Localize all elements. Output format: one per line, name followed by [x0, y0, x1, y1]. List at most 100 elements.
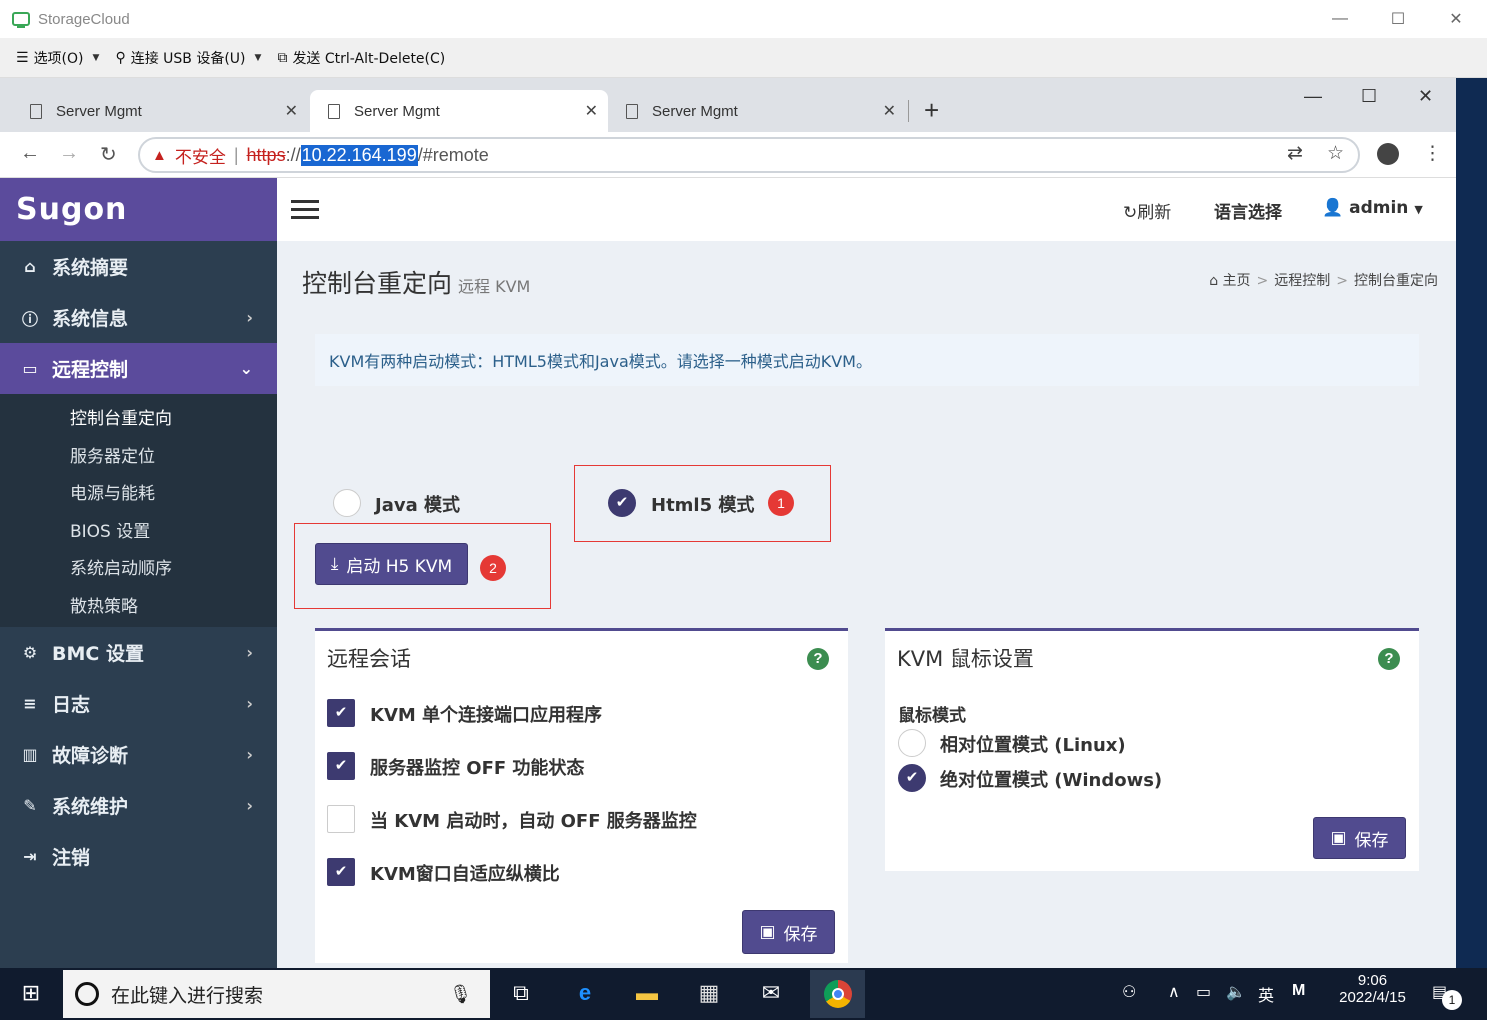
auto-monitor-off-label[interactable]: 当 KVM 启动时，自动 OFF 服务器监控 [370, 807, 697, 833]
sidebar-item-remote-control[interactable]: ▭ 远程控制 ⌄ [0, 343, 277, 394]
html5-mode-radio[interactable]: ✔ [608, 489, 636, 517]
ctrl-alt-del-label: 发送 Ctrl-Alt-Delete(C) [292, 50, 446, 67]
help-icon[interactable]: ? [1378, 648, 1400, 670]
sidebar-item-summary[interactable]: ⌂ 系统摘要 [0, 241, 277, 292]
submenu-console-redirect[interactable]: 控制台重定向 [0, 398, 277, 436]
file-explorer-icon[interactable]: ▬ [632, 978, 662, 1008]
sidebar-item-label: 故障诊断 [52, 745, 129, 767]
clock[interactable]: 9:06 2022/4/15 [1335, 972, 1410, 1006]
volume-icon[interactable]: 🔈 [1226, 982, 1246, 1002]
gear-icon: ⚙ [22, 643, 38, 662]
username-label: admin [1349, 198, 1409, 218]
ime-mode-icon[interactable]: M [1292, 982, 1305, 1000]
microphone-icon[interactable]: 🎙 [449, 984, 472, 1005]
sidebar-item-diagnostics[interactable]: ▥ 故障诊断 › [0, 729, 277, 780]
reload-icon[interactable]: ↻ [100, 142, 117, 167]
browser-close-button[interactable]: ✕ [1418, 86, 1433, 107]
profile-avatar-icon[interactable] [1377, 143, 1399, 165]
ctrl-alt-del-menu[interactable]: ⧉ 发送 Ctrl-Alt-Delete(C) [277, 48, 445, 68]
relative-mode-radio[interactable] [898, 729, 926, 757]
sidebar-item-maintenance[interactable]: ✎ 系统维护 › [0, 780, 277, 831]
submenu-bios[interactable]: BIOS 设置 [0, 511, 277, 549]
save-label: 保存 [783, 924, 818, 945]
monitor-off-label[interactable]: 服务器监控 OFF 功能状态 [370, 754, 584, 780]
html5-mode-label[interactable]: Html5 模式 [651, 491, 754, 517]
storagecloud-logo-icon [12, 12, 30, 28]
submenu-power[interactable]: 电源与能耗 [0, 473, 277, 511]
java-mode-radio[interactable] [333, 489, 361, 517]
absolute-mode-radio[interactable]: ✔ [898, 764, 926, 792]
remote-session-save-button[interactable]: ▣ 保存 [742, 910, 835, 954]
network-icon[interactable]: ▭ [1196, 982, 1211, 1002]
breadcrumb-home[interactable]: 主页 [1223, 273, 1251, 289]
breadcrumb-remote-control[interactable]: 远程控制 [1274, 273, 1330, 289]
new-tab-button[interactable]: + [924, 96, 939, 124]
browser-tab-2[interactable]: Server Mgmt ✕ [310, 90, 608, 132]
sidebar-item-logout[interactable]: ⇥ 注销 [0, 831, 277, 882]
checkbox-monitor-off[interactable]: ✔ [327, 752, 355, 780]
outer-minimize-button[interactable]: — [1311, 0, 1369, 38]
java-mode-label[interactable]: Java 模式 [375, 491, 460, 517]
chevron-down-icon: ▼ [254, 52, 262, 63]
people-icon[interactable]: ⚇ [1122, 982, 1136, 1002]
checkbox-single-port[interactable]: ✔ [327, 699, 355, 727]
chevron-up-icon[interactable]: ∧ [1168, 982, 1180, 1002]
help-icon[interactable]: ? [807, 648, 829, 670]
outer-close-button[interactable]: ✕ [1427, 0, 1485, 38]
not-secure-label[interactable]: 不安全 [175, 143, 226, 168]
launch-h5-kvm-button[interactable]: ⤓ 启动 H5 KVM [315, 543, 468, 585]
sidebar-item-logs[interactable]: ≡ 日志 › [0, 678, 277, 729]
tab-close-icon[interactable]: ✕ [883, 101, 896, 121]
document-icon [30, 103, 42, 119]
web-page: Sugon ⌂ 系统摘要 ⓘ 系统信息 › ▭ 远程控制 ⌄ 控制台重定向 服务器定位 电… [0, 178, 1456, 968]
usb-menu[interactable]: ⚲ 连接 USB 设备(U) ▼ [115, 48, 261, 68]
edge-browser-icon[interactable]: e [570, 978, 600, 1008]
hamburger-menu-icon[interactable] [291, 200, 319, 224]
options-menu-label: 选项(O) [33, 50, 84, 67]
sidebar-item-system-info[interactable]: ⓘ 系统信息 › [0, 292, 277, 343]
mouse-settings-title: KVM 鼠标设置 [897, 647, 1034, 671]
back-arrow-icon[interactable]: ← [20, 142, 40, 165]
info-icon: ⓘ [21, 309, 38, 329]
language-select-button[interactable]: 语言选择 [1214, 198, 1282, 223]
mail-icon[interactable]: ✉ [756, 978, 786, 1008]
chrome-taskbar-icon[interactable] [810, 970, 865, 1018]
ime-language-indicator[interactable]: 英 [1258, 982, 1274, 1006]
browser-tab-1[interactable]: Server Mgmt ✕ [12, 90, 308, 132]
checkbox-auto-monitor-off[interactable] [327, 805, 355, 833]
refresh-icon: ↻ [1123, 203, 1138, 223]
single-port-label[interactable]: KVM 单个连接端口应用程序 [370, 701, 602, 727]
browser-maximize-button[interactable]: ☐ [1361, 86, 1377, 107]
tab-close-icon[interactable]: ✕ [285, 101, 298, 121]
windows-start-icon[interactable]: ⊞ [16, 978, 46, 1008]
breadcrumb-separator: > [1336, 273, 1348, 289]
taskbar-search-box[interactable]: 在此键入进行搜索 🎙 [63, 970, 490, 1018]
outer-maximize-button[interactable]: ☐ [1369, 0, 1427, 38]
task-view-icon[interactable]: ⧉ [506, 978, 536, 1008]
user-menu[interactable]: 👤 admin ▼ [1322, 198, 1423, 218]
brand-logo[interactable]: Sugon [0, 178, 277, 241]
refresh-button[interactable]: ↻刷新 [1123, 198, 1171, 223]
submenu-cooling[interactable]: 散热策略 [0, 586, 277, 624]
tab-close-icon[interactable]: ✕ [585, 101, 598, 121]
bookmark-star-icon[interactable]: ☆ [1327, 142, 1344, 165]
cortana-icon [75, 982, 99, 1006]
translate-icon[interactable]: ⇄ [1287, 142, 1303, 165]
submenu-boot-order[interactable]: 系统启动顺序 [0, 548, 277, 586]
submenu-server-locate[interactable]: 服务器定位 [0, 436, 277, 474]
sidebar-item-bmc-settings[interactable]: ⚙ BMC 设置 › [0, 627, 277, 678]
checkbox-aspect-ratio[interactable]: ✔ [327, 858, 355, 886]
options-menu[interactable]: ☰ 选项(O) ▼ [16, 48, 99, 68]
step-badge-1: 1 [768, 490, 794, 516]
absolute-mode-label[interactable]: 绝对位置模式 (Windows) [940, 766, 1162, 792]
forward-arrow-icon[interactable]: → [59, 142, 79, 165]
tab-title: Server Mgmt [354, 102, 440, 120]
browser-menu-icon[interactable]: ⋮ [1423, 142, 1442, 165]
store-icon[interactable]: ▦ [694, 978, 724, 1008]
address-bar[interactable]: ▲ 不安全 | https://10.22.164.199/#remote [138, 137, 1360, 173]
relative-mode-label[interactable]: 相对位置模式 (Linux) [940, 731, 1126, 757]
browser-tab-3[interactable]: Server Mgmt ✕ [608, 90, 906, 132]
mouse-settings-save-button[interactable]: ▣ 保存 [1313, 817, 1406, 859]
browser-minimize-button[interactable]: — [1304, 86, 1322, 107]
aspect-ratio-label[interactable]: KVM窗口自适应纵横比 [370, 860, 560, 886]
